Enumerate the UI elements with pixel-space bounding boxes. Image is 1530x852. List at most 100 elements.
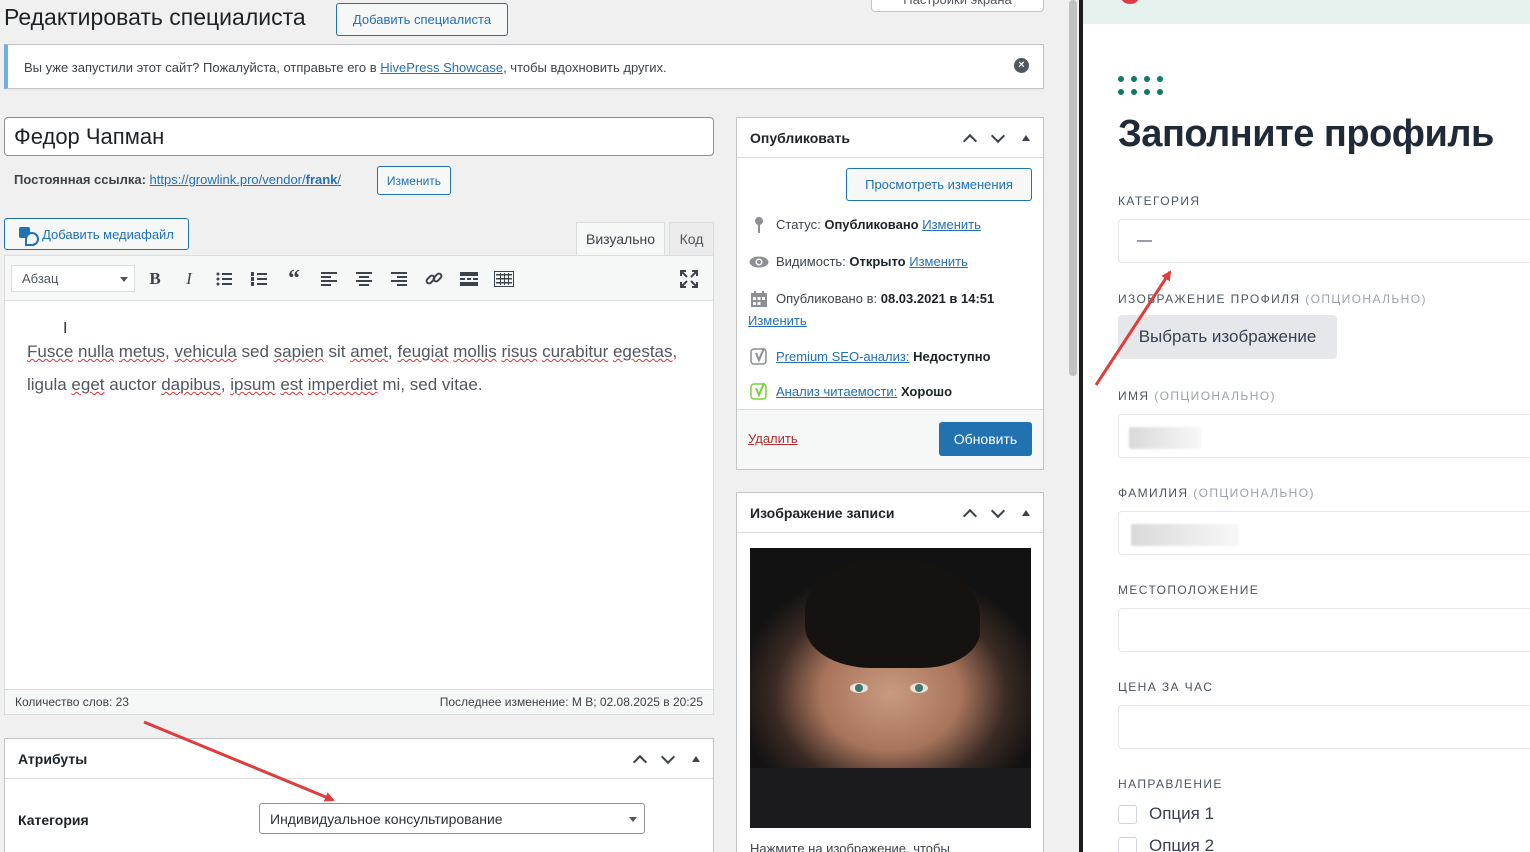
collapse-icon[interactable] <box>685 749 707 769</box>
first-name-label: Имя (опционально) <box>1118 389 1276 403</box>
hourly-rate-input[interactable] <box>1118 705 1530 749</box>
readability-row: Анализ читаемости: Хорошо <box>748 381 952 403</box>
hivepress-showcase-link[interactable]: HivePress Showcase <box>380 60 503 75</box>
attributes-box: Атрибуты Категория Индивидуальное консул… <box>4 738 714 852</box>
misspelled-word[interactable]: imperdiet <box>308 375 378 394</box>
text-cursor-icon: Ι <box>63 320 68 337</box>
link-icon[interactable] <box>422 267 446 291</box>
category-select[interactable]: — <box>1118 219 1530 263</box>
update-button[interactable]: Обновить <box>939 422 1032 456</box>
italic-icon[interactable]: I <box>177 267 201 291</box>
featured-image-caption: Нажмите на изображение, чтобы <box>750 841 950 852</box>
misspelled-word[interactable]: feugiat <box>397 342 448 361</box>
move-down-icon[interactable] <box>657 749 679 769</box>
last-name-input[interactable] <box>1118 511 1530 555</box>
direction-label: Направление <box>1118 777 1223 791</box>
move-down-icon[interactable] <box>987 503 1009 523</box>
move-up-icon[interactable] <box>959 503 981 523</box>
collapse-icon[interactable] <box>1015 503 1037 523</box>
add-specialist-button[interactable]: Добавить специалиста <box>336 3 508 36</box>
tab-code[interactable]: Код <box>669 222 714 255</box>
checkbox[interactable] <box>1118 804 1137 824</box>
post-title-input[interactable]: Федор Чапман <box>4 117 714 156</box>
dots-decoration-icon <box>1118 76 1163 95</box>
screen-options-button[interactable]: Настройки экрана <box>871 0 1044 12</box>
read-more-icon[interactable] <box>457 267 481 291</box>
featured-image-title: Изображение записи <box>750 505 895 521</box>
attributes-title: Атрибуты <box>18 751 88 767</box>
status-edit-link[interactable]: Изменить <box>922 217 981 232</box>
misspelled-word[interactable]: ipsum <box>230 375 275 394</box>
yoast-readability-icon <box>748 381 770 403</box>
numbered-list-icon[interactable] <box>247 267 271 291</box>
misspelled-word[interactable]: Fusce <box>27 342 73 361</box>
permalink-edit-button[interactable]: Изменить <box>377 166 451 195</box>
featured-image-box: Изображение записи Нажмите на изображени… <box>736 492 1044 852</box>
page-scrollbar[interactable] <box>1065 0 1083 852</box>
misspelled-word[interactable]: dapibus <box>161 375 221 394</box>
misspelled-word[interactable]: nulla <box>78 342 114 361</box>
align-center-icon[interactable] <box>352 267 376 291</box>
blockquote-icon[interactable]: “ <box>282 267 306 291</box>
misspelled-word[interactable]: metus <box>119 342 165 361</box>
move-up-icon[interactable] <box>629 749 651 769</box>
misspelled-word[interactable]: risus <box>501 342 537 361</box>
seo-analysis-link[interactable]: Premium SEO-анализ: <box>776 349 909 364</box>
notice-text-before: Вы уже запустили этот сайт? Пожалуйста, … <box>24 60 381 75</box>
bullet-list-icon[interactable] <box>212 267 236 291</box>
seo-value: Недоступно <box>913 349 991 364</box>
tab-visual[interactable]: Визуально <box>576 222 665 255</box>
misspelled-word[interactable]: egestas <box>613 342 673 361</box>
site-header-strip <box>1083 0 1530 24</box>
featured-image-header: Изображение записи <box>737 493 1043 533</box>
logo-fragment-icon <box>1121 0 1139 4</box>
visibility-edit-link[interactable]: Изменить <box>909 254 968 269</box>
status-row: Статус: Опубликовано Изменить <box>748 214 981 236</box>
direction-option-label: Опция 1 <box>1149 804 1215 823</box>
content-editor: Абзац B I “ Ι Fusce nulla metus, vehicul… <box>4 255 714 715</box>
featured-image-photo[interactable] <box>750 548 1031 828</box>
move-up-icon[interactable] <box>959 128 981 148</box>
misspelled-word[interactable]: curabitur <box>542 342 608 361</box>
fullscreen-icon[interactable] <box>677 267 701 291</box>
location-label: Местоположение <box>1118 583 1260 597</box>
yoast-seo-icon <box>748 346 770 368</box>
add-media-label: Добавить медиафайл <box>42 226 174 242</box>
published-edit-link[interactable]: Изменить <box>748 310 807 332</box>
misspelled-word[interactable]: sapien <box>274 342 324 361</box>
first-name-input[interactable] <box>1118 414 1530 458</box>
close-icon[interactable]: × <box>1014 58 1029 73</box>
checkbox[interactable] <box>1118 836 1137 852</box>
editor-content[interactable]: Fusce nulla metus, vehicula sed sapien s… <box>5 301 713 401</box>
permalink-url[interactable]: https://growlink.pro/vendor/frank/ <box>150 172 342 187</box>
align-right-icon[interactable] <box>387 267 411 291</box>
attributes-header: Атрибуты <box>5 739 713 779</box>
format-select[interactable]: Абзац <box>11 265 135 292</box>
misspelled-word[interactable]: est <box>280 375 303 394</box>
seo-row: Premium SEO-анализ: Недоступно <box>748 346 991 368</box>
misspelled-word[interactable]: amet <box>350 342 388 361</box>
direction-option-2[interactable]: Опция 2 <box>1118 836 1214 852</box>
toolbar-toggle-icon[interactable] <box>492 267 516 291</box>
scrollbar-thumb[interactable] <box>1069 0 1077 376</box>
location-input[interactable] <box>1118 608 1530 652</box>
readability-analysis-link[interactable]: Анализ читаемости: <box>776 384 897 399</box>
preview-changes-button[interactable]: Просмотреть изменения <box>846 168 1032 201</box>
publish-box: Опубликовать Просмотреть изменения Стату… <box>736 117 1044 470</box>
add-media-button[interactable]: Добавить медиафайл <box>4 218 189 250</box>
category-select[interactable]: Индивидуальное консультирование <box>259 803 645 834</box>
published-row: Опубликовано в: 08.03.2021 в 14:51 <box>748 288 1036 310</box>
direction-option-1[interactable]: Опция 1 <box>1118 804 1214 824</box>
permalink: Постоянная ссылка: https://growlink.pro/… <box>14 172 341 187</box>
misspelled-word[interactable]: eget <box>71 375 104 394</box>
delete-link[interactable]: Удалить <box>748 431 798 446</box>
bold-icon[interactable]: B <box>143 267 167 291</box>
collapse-icon[interactable] <box>1015 128 1037 148</box>
permalink-label: Постоянная ссылка: <box>14 172 146 187</box>
choose-image-button[interactable]: Выбрать изображение <box>1118 315 1337 359</box>
move-down-icon[interactable] <box>987 128 1009 148</box>
status-value: Опубликовано <box>824 217 919 232</box>
misspelled-word[interactable]: mollis <box>453 342 496 361</box>
align-left-icon[interactable] <box>317 267 341 291</box>
misspelled-word[interactable]: vehicula <box>174 342 236 361</box>
